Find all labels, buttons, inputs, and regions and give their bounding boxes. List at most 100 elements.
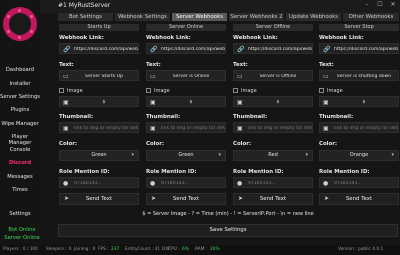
- ram-label: RAM :: [195, 247, 208, 252]
- text-input[interactable]: ▭ Server is shutting down: [319, 70, 399, 81]
- tab-update-webhooks[interactable]: Update Webhooks: [286, 13, 342, 21]
- save-settings-button[interactable]: Save Settings: [58, 224, 398, 237]
- chevron-down-icon: ▾: [131, 152, 134, 158]
- thumbnail-input[interactable]: ▣ link to img or empty for default: [146, 122, 226, 133]
- send-icon: ➤: [64, 195, 70, 202]
- text-input[interactable]: ▭ Server is Offline: [233, 70, 313, 81]
- server-status: Server Online: [4, 235, 40, 241]
- image-input[interactable]: ▣ $: [146, 96, 226, 107]
- send-text-button[interactable]: ➤ Send Text: [59, 193, 139, 205]
- maximize-button[interactable]: ☐: [375, 1, 385, 8]
- role-mention-input[interactable]: ● 97180143...: [319, 177, 399, 188]
- bot-status: Bot Online: [8, 227, 36, 233]
- sidebar-item-console[interactable]: Console: [0, 147, 40, 153]
- chat-icon: ▭: [150, 73, 156, 80]
- sidebar-item-times[interactable]: Times: [0, 187, 40, 193]
- image-icon: ▣: [63, 99, 69, 106]
- window-title: #1 MyRustServer: [58, 2, 111, 9]
- send-text-button[interactable]: ➤ Send Text: [146, 193, 226, 205]
- color-select[interactable]: Green ▾: [146, 150, 226, 161]
- thumbnail-label: Thumbnail:: [146, 114, 181, 120]
- chat-icon: ▭: [323, 73, 329, 80]
- webhook-link-input[interactable]: 🔗 https://discord.com/api/webhoo: [319, 43, 399, 54]
- send-icon: ➤: [238, 195, 244, 202]
- entity-count: EntityCount : 41 100: [125, 247, 170, 252]
- image-checkbox[interactable]: Image: [146, 88, 170, 94]
- role-mention-input[interactable]: ● 97180143...: [233, 177, 313, 188]
- image-icon: ▣: [323, 99, 329, 106]
- user-icon: ●: [237, 180, 243, 187]
- role-mention-input[interactable]: ● 97180143...: [146, 177, 226, 188]
- color-label: Color:: [233, 141, 252, 147]
- sidebar-item-messages[interactable]: Messages: [0, 174, 40, 180]
- sidebar-item-installer[interactable]: Installer: [0, 81, 40, 87]
- fps-value: 237: [111, 247, 120, 252]
- thumbnail-label: Thumbnail:: [319, 114, 354, 120]
- tab-server-webhooks-2[interactable]: Server Webhooks 2: [229, 13, 285, 21]
- tab-server-webhooks[interactable]: Server Webhooks: [172, 13, 228, 21]
- image-input[interactable]: ▣ $: [233, 96, 313, 107]
- webhook-link-label: Webhook Link:: [233, 35, 278, 41]
- placeholder-legend: $ = Server Image - ? = Time (min) - ! = …: [142, 211, 314, 217]
- app-logo: [3, 7, 37, 41]
- chat-icon: ▭: [63, 73, 69, 80]
- color-select[interactable]: Orange ▾: [319, 150, 399, 161]
- sidebar: Dashboard Installer Server Settings Plug…: [0, 0, 40, 245]
- image-icon: ▣: [150, 99, 156, 106]
- image-input[interactable]: ▣ $: [59, 96, 139, 107]
- thumbnail-input[interactable]: ▣ link to img or empty for default: [319, 122, 399, 133]
- user-icon: ●: [150, 180, 156, 187]
- thumbnail-label: Thumbnail:: [59, 114, 94, 120]
- joining-count: Joining : 0: [74, 247, 96, 252]
- send-text-button[interactable]: ➤ Send Text: [319, 193, 399, 205]
- image-checkbox[interactable]: Image: [59, 88, 83, 94]
- user-icon: ●: [323, 180, 329, 187]
- webhook-link-input[interactable]: 🔗 https://discord.com/api/webhoo: [59, 43, 139, 54]
- link-icon: 🔗: [63, 46, 71, 53]
- sidebar-item-wipe-manager[interactable]: Wipe Manager: [0, 121, 40, 127]
- webhook-link-input[interactable]: 🔗 https://discord.com/api/webhoo: [146, 43, 226, 54]
- players-count: Players : 0 / 100: [3, 247, 38, 252]
- text-input[interactable]: ▭ Server Starts Up: [59, 70, 139, 81]
- image-input[interactable]: ▣ $: [319, 96, 399, 107]
- webhook-link-label: Webhook Link:: [146, 35, 191, 41]
- tab-other-webhooks[interactable]: Other Webhooks: [343, 13, 400, 21]
- status-bar: Players : 0 / 100 Sleepers : 0 Joining :…: [0, 245, 400, 255]
- chevron-down-icon: ▾: [305, 152, 308, 158]
- sidebar-item-settings[interactable]: Settings: [0, 211, 40, 217]
- sidebar-item-player-manager[interactable]: Player Manager: [0, 134, 40, 146]
- image-checkbox[interactable]: Image: [233, 88, 257, 94]
- text-label: Text:: [233, 62, 248, 68]
- user-icon: ●: [63, 180, 69, 187]
- image-icon: ▣: [237, 125, 243, 132]
- webhook-column-server-offline: Server Offline Webhook Link: 🔗 https://d…: [233, 24, 313, 205]
- text-label: Text:: [146, 62, 161, 68]
- cpu-label: CPU :: [168, 247, 180, 252]
- sidebar-item-discord[interactable]: Discord: [0, 160, 40, 166]
- send-text-button[interactable]: ➤ Send Text: [233, 193, 313, 205]
- text-input[interactable]: ▭ Server is Online: [146, 70, 226, 81]
- thumbnail-input[interactable]: ▣ link to img or empty for default: [59, 122, 139, 133]
- image-checkbox[interactable]: Image: [319, 88, 343, 94]
- thumbnail-input[interactable]: ▣ link to img or empty for default: [233, 122, 313, 133]
- webhook-column-starts-up: Starts Up Webhook Link: 🔗 https://discor…: [59, 24, 139, 205]
- role-mention-label: Role Mention ID:: [319, 169, 370, 175]
- sidebar-item-server-settings[interactable]: Server Settings: [0, 94, 40, 100]
- tab-webhook-settings[interactable]: Webhook Settings: [115, 13, 171, 21]
- webhook-link-input[interactable]: 🔗 https://discord.com/api/webhoo: [233, 43, 313, 54]
- color-label: Color:: [319, 141, 338, 147]
- color-select[interactable]: Green ▾: [59, 150, 139, 161]
- webhook-link-label: Webhook Link:: [319, 35, 364, 41]
- minimize-button[interactable]: –: [362, 1, 372, 8]
- color-select[interactable]: Red ▾: [233, 150, 313, 161]
- role-mention-input[interactable]: ● 97180143...: [59, 177, 139, 188]
- chevron-down-icon: ▾: [218, 152, 221, 158]
- sidebar-item-plugins[interactable]: Plugins: [0, 107, 40, 113]
- chat-icon: ▭: [237, 73, 243, 80]
- image-icon: ▣: [323, 125, 329, 132]
- sidebar-item-dashboard[interactable]: Dashboard: [0, 67, 40, 73]
- close-button[interactable]: ✕: [388, 1, 398, 8]
- column-header: Server Offline: [233, 24, 313, 31]
- tab-bot-settings[interactable]: Bot Settings: [58, 13, 114, 21]
- text-label: Text:: [59, 62, 74, 68]
